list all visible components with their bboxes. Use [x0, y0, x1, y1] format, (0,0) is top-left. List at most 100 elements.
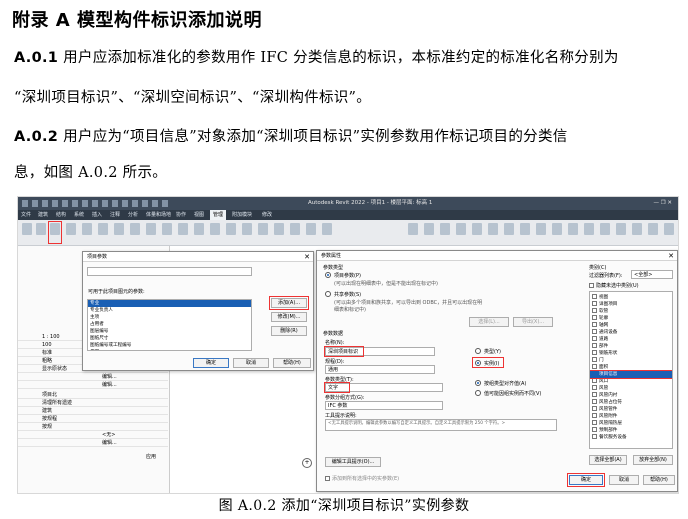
- list-item[interactable]: 风管附件: [590, 413, 672, 420]
- group-select[interactable]: IFC 参数: [325, 401, 443, 410]
- category-checkbox[interactable]: [592, 308, 597, 313]
- list-item[interactable]: 门: [590, 357, 672, 364]
- tab-modify[interactable]: 修改: [262, 210, 272, 220]
- ribbon-tool-icon[interactable]: [22, 223, 32, 235]
- ribbon-tool-icon[interactable]: [322, 223, 332, 235]
- ribbon-tool-icon[interactable]: [258, 223, 268, 235]
- list-item[interactable]: 软管: [590, 308, 672, 315]
- list-item[interactable]: 占用者: [88, 321, 251, 328]
- category-checkbox[interactable]: [592, 343, 597, 348]
- list-item[interactable]: 风管管件: [590, 406, 672, 413]
- prop-subdiscipline[interactable]: 按规: [42, 424, 52, 431]
- list-item[interactable]: 轴网: [590, 322, 672, 329]
- hide-unchecked-label[interactable]: 隐藏未选中类别(U): [589, 282, 639, 289]
- prop-none[interactable]: <无>: [102, 432, 115, 439]
- cancel-button[interactable]: 取消: [233, 358, 269, 368]
- prop-detail[interactable]: 粗略: [42, 358, 52, 365]
- list-item[interactable]: 详图项目: [590, 301, 672, 308]
- prop-edit-button[interactable]: 编辑...: [102, 374, 117, 381]
- tab-systems[interactable]: 系统: [74, 210, 84, 220]
- category-checkbox[interactable]: [592, 385, 597, 390]
- ribbon-tool-icon[interactable]: [194, 223, 204, 235]
- category-checkbox[interactable]: [592, 315, 597, 320]
- category-checkbox[interactable]: [592, 329, 597, 334]
- list-item[interactable]: 轮廓: [590, 315, 672, 322]
- ribbon-tool-icon[interactable]: [648, 223, 658, 235]
- list-item[interactable]: 风管内衬: [590, 392, 672, 399]
- align-by-group-radio[interactable]: [475, 380, 481, 386]
- list-item[interactable]: 图层编号: [88, 328, 251, 335]
- category-list[interactable]: 视图 详图项目 软管 轮廓 轴网 通讯设备 道路 部件 钢筋形状 门 面积 项目…: [589, 291, 673, 449]
- tab-file[interactable]: 文件: [21, 210, 31, 220]
- tab-massing[interactable]: 体量和场地: [146, 210, 171, 220]
- category-checkbox[interactable]: [592, 378, 597, 383]
- list-item[interactable]: 图纸编号或工程编号: [88, 342, 251, 349]
- ribbon-tool-icon[interactable]: [36, 223, 46, 235]
- shared-param-radio[interactable]: [325, 291, 331, 297]
- ribbon-tool-icon[interactable]: [290, 223, 300, 235]
- help-button[interactable]: 帮助(H): [643, 475, 675, 485]
- edit-tooltip-button[interactable]: 编辑工具提示(O)...: [325, 457, 381, 467]
- tab-insert[interactable]: 插入: [92, 210, 102, 220]
- ribbon-tool-icon[interactable]: [242, 223, 252, 235]
- category-checkbox[interactable]: [592, 406, 597, 411]
- category-checkbox[interactable]: [592, 322, 597, 327]
- hide-unchecked-checkbox[interactable]: [589, 283, 594, 288]
- tab-annotate[interactable]: 注释: [110, 210, 120, 220]
- check-none-button[interactable]: 放弃全部(N): [633, 455, 673, 465]
- tab-addins[interactable]: 附加模块: [232, 210, 252, 220]
- ribbon-tool-icon[interactable]: [306, 223, 316, 235]
- ribbon-tool-icon[interactable]: [162, 223, 172, 235]
- check-all-button[interactable]: 选择全部(A): [589, 455, 627, 465]
- ribbon-tool-icon[interactable]: [488, 223, 498, 235]
- list-item[interactable]: 道路: [590, 336, 672, 343]
- ribbon-tool-icon[interactable]: [520, 223, 530, 235]
- ribbon-tool-icon[interactable]: [456, 223, 466, 235]
- close-icon[interactable]: ✕: [304, 252, 310, 262]
- list-item[interactable]: 风管占位符: [590, 399, 672, 406]
- list-item-project-information[interactable]: 项目信息: [590, 370, 672, 379]
- tab-architecture[interactable]: 建筑: [38, 210, 48, 220]
- export-button[interactable]: 导出(X)...: [513, 317, 553, 327]
- category-checkbox[interactable]: [592, 301, 597, 306]
- ribbon-tool-icon[interactable]: [584, 223, 594, 235]
- list-item[interactable]: 主项: [88, 314, 251, 321]
- ribbon-tool-icon[interactable]: [66, 223, 76, 235]
- ribbon-tool-icon[interactable]: [98, 223, 108, 235]
- list-item[interactable]: 风管隔热层: [590, 420, 672, 427]
- filter-field[interactable]: [87, 267, 252, 276]
- ribbon-tool-icon[interactable]: [424, 223, 434, 235]
- cancel-button[interactable]: 取消: [609, 475, 639, 485]
- ribbon-tool-icon[interactable]: [664, 223, 674, 235]
- category-checkbox[interactable]: [592, 413, 597, 418]
- view-cube-icon[interactable]: +: [302, 458, 312, 468]
- list-item[interactable]: 视图: [590, 294, 672, 301]
- list-item[interactable]: 风管: [590, 385, 672, 392]
- ribbon-tool-icon[interactable]: [616, 223, 626, 235]
- prop-scale[interactable]: 1 : 100: [42, 334, 60, 341]
- type-radio[interactable]: [475, 348, 481, 354]
- help-button[interactable]: 帮助(H): [273, 358, 311, 368]
- list-item[interactable]: 使用: [88, 349, 251, 350]
- ribbon-tool-icon[interactable]: [408, 223, 418, 235]
- ribbon-tool-icon[interactable]: [472, 223, 482, 235]
- ok-button[interactable]: 确定: [193, 358, 229, 368]
- prop-show-hidden[interactable]: 按规程: [42, 416, 57, 423]
- ribbon-tool-icon[interactable]: [210, 223, 220, 235]
- discipline-select[interactable]: 通用: [325, 365, 435, 374]
- prop-edit-button[interactable]: 编辑...: [102, 440, 117, 447]
- tab-analyze[interactable]: 分析: [128, 210, 138, 220]
- category-checkbox[interactable]: [592, 357, 597, 362]
- remove-button[interactable]: 删除(R): [271, 326, 307, 336]
- category-checkbox[interactable]: [592, 294, 597, 299]
- ribbon-tool-icon[interactable]: [178, 223, 188, 235]
- vary-by-instance-radio[interactable]: [475, 390, 481, 396]
- ribbon-tool-icon[interactable]: [440, 223, 450, 235]
- category-checkbox[interactable]: [592, 434, 597, 439]
- modify-button[interactable]: 修改(M)...: [271, 312, 307, 322]
- category-checkbox[interactable]: [592, 427, 597, 432]
- list-item[interactable]: 专业: [88, 300, 251, 307]
- list-item[interactable]: 部件: [590, 343, 672, 350]
- project-param-radio[interactable]: [325, 272, 331, 278]
- ribbon-tool-icon[interactable]: [568, 223, 578, 235]
